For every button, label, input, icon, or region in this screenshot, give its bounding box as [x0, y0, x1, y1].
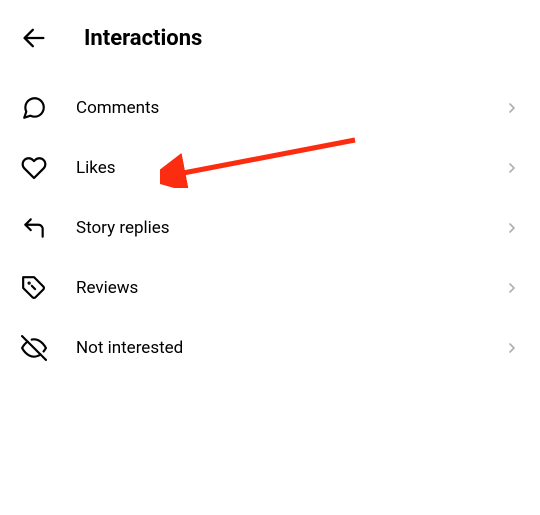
page-title: Interactions [84, 26, 202, 51]
list-item-label: Comments [76, 98, 504, 118]
list-item-label: Likes [76, 158, 504, 178]
chevron-right-icon [504, 340, 520, 356]
tag-icon [20, 274, 48, 302]
arrow-left-icon [20, 24, 48, 52]
chevron-right-icon [504, 280, 520, 296]
header: Interactions [0, 0, 540, 72]
list-item-comments[interactable]: Comments [0, 78, 540, 138]
list-item-label: Reviews [76, 278, 504, 298]
chevron-right-icon [504, 160, 520, 176]
back-button[interactable] [20, 24, 48, 52]
list-item-label: Not interested [76, 338, 504, 358]
comments-icon [20, 94, 48, 122]
list-item-reviews[interactable]: Reviews [0, 258, 540, 318]
list-item-not-interested[interactable]: Not interested [0, 318, 540, 378]
eye-off-icon [20, 334, 48, 362]
chevron-right-icon [504, 220, 520, 236]
list-item-label: Story replies [76, 218, 504, 238]
chevron-right-icon [504, 100, 520, 116]
list-item-likes[interactable]: Likes [0, 138, 540, 198]
list-item-story-replies[interactable]: Story replies [0, 198, 540, 258]
heart-icon [20, 154, 48, 182]
reply-icon [20, 214, 48, 242]
interactions-list: Comments Likes Story replies [0, 72, 540, 384]
